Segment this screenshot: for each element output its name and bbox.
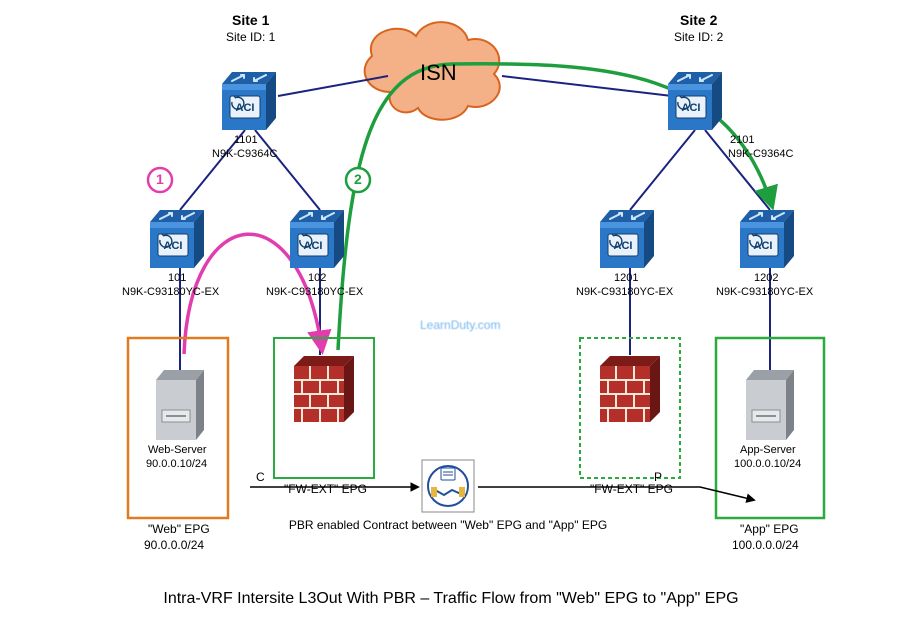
leaf-l2: [290, 210, 344, 268]
leaf-l2-model: N9K-C93180YC-EX: [266, 286, 363, 298]
leaf-r1-model: N9K-C93180YC-EX: [576, 286, 673, 298]
epg-app-subnet: 100.0.0.0/24: [732, 538, 799, 552]
badge-2-text: 2: [354, 171, 362, 187]
epg-fwext-r-name: "FW-EXT" EPG: [590, 482, 673, 496]
site2-name: Site 2: [680, 12, 717, 28]
spine-l-num: 1101: [234, 134, 258, 146]
spine-r-model: N9K-C9364C: [728, 148, 793, 160]
spine-l-model: N9K-C9364C: [212, 148, 277, 160]
spine-right: [668, 72, 722, 130]
web-server-icon: [156, 370, 204, 440]
site2-id: Site ID: 2: [674, 30, 723, 44]
badge-1-text: 1: [156, 171, 164, 187]
epg-fwext-l-name: "FW-EXT" EPG: [284, 482, 367, 496]
app-server-ip: 100.0.0.10/24: [734, 458, 801, 470]
leaf-r2-num: 1202: [754, 272, 778, 284]
contract-p: P: [654, 470, 662, 484]
firewall-right: [600, 356, 660, 422]
epg-web-name: "Web" EPG: [148, 522, 210, 536]
web-server-name: Web-Server: [148, 444, 206, 456]
site1-name: Site 1: [232, 12, 269, 28]
app-server-name: App-Server: [740, 444, 796, 456]
epg-app-name: "App" EPG: [740, 522, 799, 536]
web-server-ip: 90.0.0.10/24: [146, 458, 207, 470]
leaf-l1-model: N9K-C93180YC-EX: [122, 286, 219, 298]
isn-label: ISN: [420, 60, 457, 86]
site1-id: Site ID: 1: [226, 30, 275, 44]
leaf-r2-model: N9K-C93180YC-EX: [716, 286, 813, 298]
spine-left: [222, 72, 276, 130]
leaf-l1-num: 101: [168, 272, 186, 284]
epg-web-subnet: 90.0.0.0/24: [144, 538, 204, 552]
app-server-icon: [746, 370, 794, 440]
figure-caption: Intra-VRF Intersite L3Out With PBR – Tra…: [21, 590, 881, 608]
firewall-left: [294, 356, 354, 422]
watermark: LearnDuty.com: [420, 318, 500, 332]
contract-c: C: [256, 470, 265, 484]
leaf-r1-num: 1201: [614, 272, 638, 284]
contract-icon: [422, 460, 474, 512]
contract-caption: PBR enabled Contract between "Web" EPG a…: [288, 518, 608, 532]
leaf-l2-num: 102: [308, 272, 326, 284]
leaf-l1: [150, 210, 204, 268]
leaf-r1: [600, 210, 654, 268]
spine-r-num: 2101: [730, 134, 754, 146]
leaf-r2: [740, 210, 794, 268]
